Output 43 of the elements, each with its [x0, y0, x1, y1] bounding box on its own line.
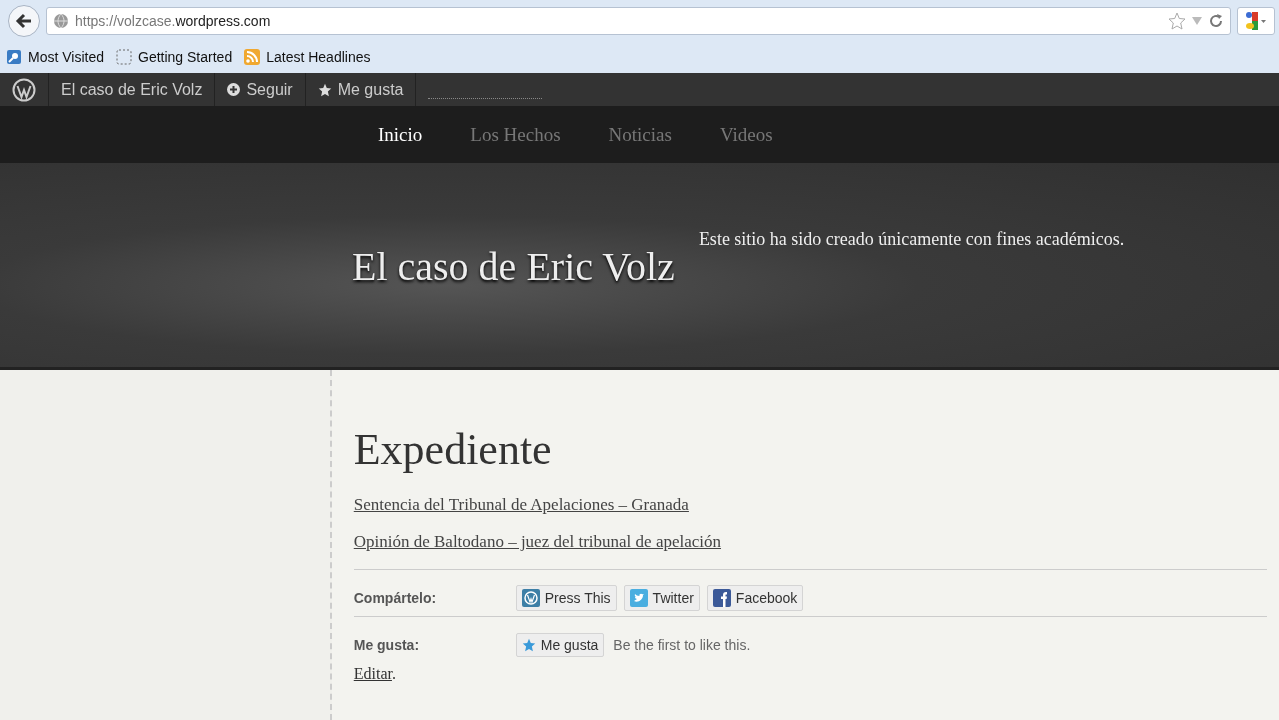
like-note: Be the first to like this. [613, 637, 751, 653]
like-label: Me gusta: [353, 637, 421, 653]
document-link[interactable]: Opinión de Baltodano – juez del tribunal de apelación [353, 532, 1267, 552]
nav-link[interactable]: Los Hechos [470, 123, 561, 146]
site-name-link[interactable]: El caso de Eric Volz [61, 80, 203, 99]
url-text: https://volzcase.wordpress.com [75, 13, 271, 29]
magnifier-page-icon [6, 49, 22, 65]
reload-icon[interactable] [1208, 13, 1224, 29]
nav-link[interactable]: Videos [719, 123, 773, 146]
bookmark-link[interactable]: Latest Headlines [266, 49, 371, 65]
address-bar[interactable]: https://volzcase.wordpress.com [46, 7, 1231, 35]
facebook-f-icon [712, 589, 731, 607]
search-engine-button[interactable] [1237, 7, 1275, 35]
star-icon [521, 638, 536, 652]
document-link[interactable]: Sentencia del Tribunal de Apelaciones – Granada [353, 495, 1267, 515]
globe-icon [53, 13, 69, 29]
share-label: Compártelo: [353, 590, 438, 606]
dashed-square-icon [116, 49, 132, 65]
like-button[interactable]: Me gusta [515, 633, 605, 657]
bookmark-link[interactable]: Getting Started [138, 49, 233, 65]
like-link[interactable]: Me gusta [337, 80, 404, 99]
site-title: El caso de Eric Volz [352, 243, 675, 290]
nav-link[interactable]: Inicio [378, 123, 423, 146]
plus-circle-icon [227, 83, 241, 96]
wordpress-logo-icon[interactable] [12, 77, 36, 102]
edit-link[interactable]: Editar [353, 665, 392, 682]
wordpress-logo-icon [521, 589, 540, 607]
star-icon[interactable] [1168, 12, 1186, 30]
star-icon [317, 82, 332, 97]
share-button[interactable]: Twitter [623, 585, 700, 611]
colored-blocks-icon [1245, 11, 1267, 31]
bookmark-link[interactable]: Most Visited [28, 49, 104, 65]
site-description: Este sitio ha sido creado únicamente con fines académicos. [698, 229, 1125, 250]
nav-link[interactable]: Noticias [608, 123, 672, 146]
back-button[interactable] [8, 5, 40, 37]
edit-line: Editar. [353, 665, 397, 683]
follow-link[interactable]: Seguir [246, 80, 293, 99]
share-button[interactable]: Facebook [706, 585, 804, 611]
bird-icon [629, 589, 648, 607]
post-title: Expediente [353, 424, 553, 475]
left-arrow-icon [15, 12, 33, 30]
rss-icon [244, 49, 261, 65]
share-button[interactable]: Press This [515, 585, 617, 611]
